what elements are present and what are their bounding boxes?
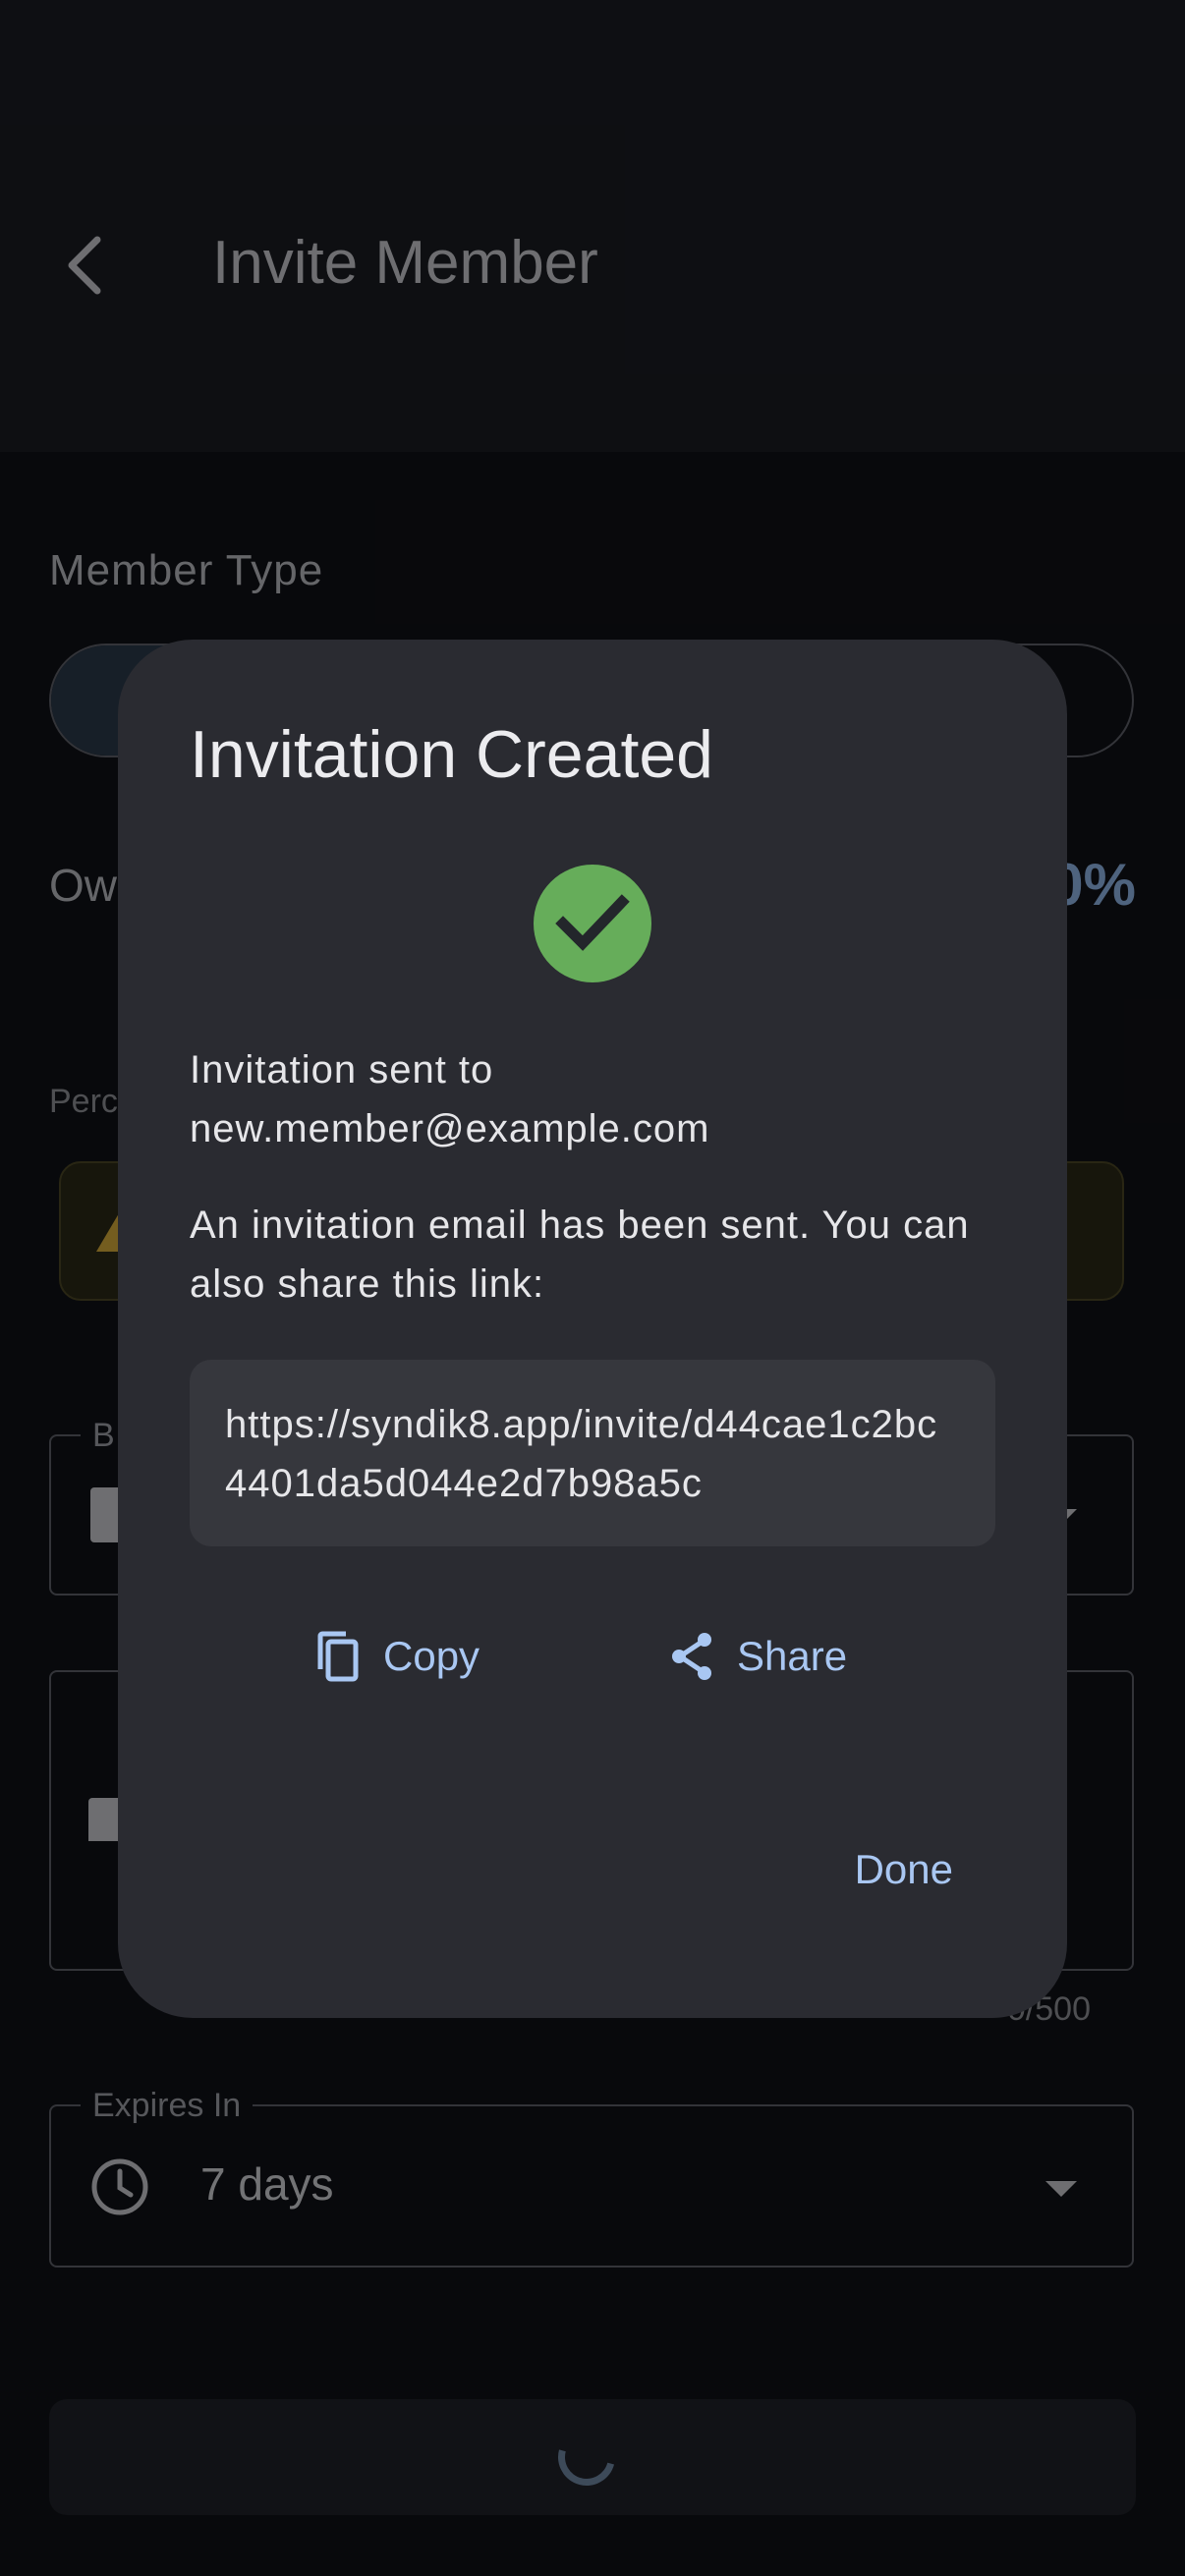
invite-link[interactable]: https://syndik8.app/invite/d44cae1c2bc44…: [225, 1395, 960, 1513]
share-icon: [672, 1633, 711, 1680]
dialog-title: Invitation Created: [190, 717, 713, 792]
copy-button[interactable]: Copy: [314, 1617, 480, 1696]
copy-label: Copy: [383, 1633, 480, 1679]
invitation-sent-text: Invitation sent to new.member@example.co…: [190, 1040, 1005, 1158]
share-label: Share: [737, 1633, 848, 1679]
invitation-info-text: An invitation email has been sent. You c…: [190, 1204, 970, 1306]
copy-icon: [317, 1631, 359, 1682]
invitee-email: new.member@example.com: [190, 1107, 710, 1150]
check-circle-icon: [534, 865, 651, 982]
done-button[interactable]: Done: [855, 1846, 953, 1893]
invitation-created-dialog: Invitation Created Invitation sent to ne…: [118, 640, 1067, 2018]
share-button[interactable]: Share: [668, 1617, 847, 1696]
invite-link-box[interactable]: https://syndik8.app/invite/d44cae1c2bc44…: [190, 1360, 995, 1546]
invitation-sent-line: Invitation sent to: [190, 1048, 494, 1092]
